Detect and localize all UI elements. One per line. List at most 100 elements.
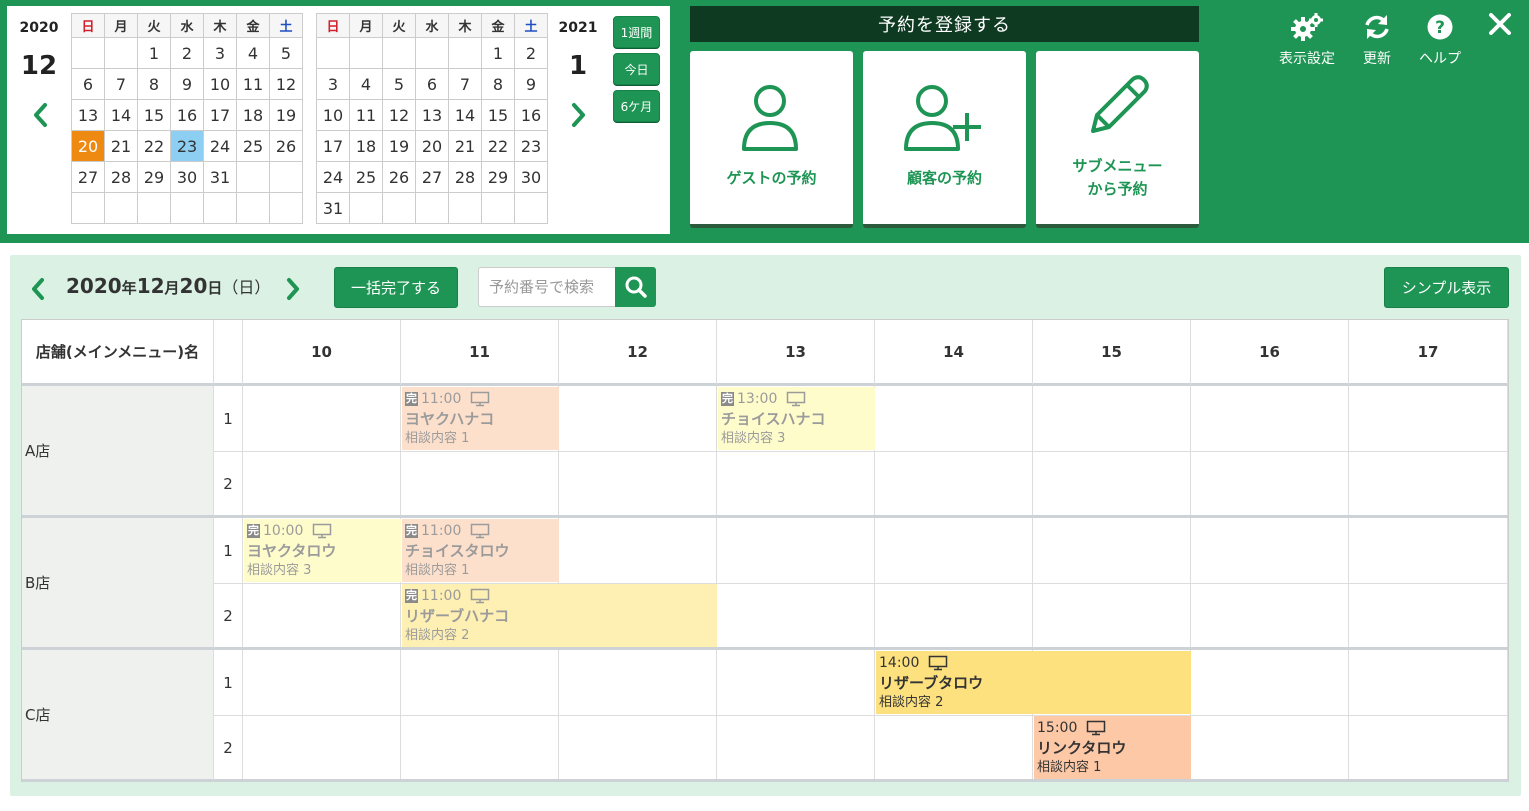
right-calendar-day[interactable]: 25 xyxy=(349,161,383,193)
right-calendar-day[interactable]: 15 xyxy=(481,99,515,131)
right-calendar-day[interactable]: 17 xyxy=(316,130,350,162)
display-settings-button[interactable]: 表示設定 xyxy=(1274,12,1340,68)
right-calendar-day[interactable]: 6 xyxy=(415,68,449,100)
prev-day-button[interactable] xyxy=(26,275,50,303)
help-button[interactable]: ? ヘルプ xyxy=(1413,12,1467,68)
right-calendar-day[interactable]: 24 xyxy=(316,161,350,193)
time-slot-cell[interactable] xyxy=(717,650,875,716)
time-slot-cell[interactable] xyxy=(559,716,717,780)
reservation-block[interactable]: 完 11:00 ヨヤクハナコ 相談内容 1 xyxy=(402,387,559,450)
range-today-button[interactable]: 今日 xyxy=(613,53,660,85)
left-calendar-day[interactable]: 9 xyxy=(170,68,204,100)
time-slot-cell[interactable] xyxy=(1349,716,1508,780)
guest-reservation-card[interactable]: ゲストの予約 xyxy=(690,51,853,228)
next-day-button[interactable] xyxy=(281,275,305,303)
time-slot-cell[interactable] xyxy=(243,650,401,716)
right-calendar-day[interactable]: 1 xyxy=(481,37,515,69)
left-calendar-day[interactable]: 17 xyxy=(203,99,237,131)
right-calendar-day[interactable]: 26 xyxy=(382,161,416,193)
prev-month-button[interactable] xyxy=(29,101,53,129)
time-slot-cell[interactable] xyxy=(875,452,1033,516)
right-calendar-day[interactable]: 28 xyxy=(448,161,482,193)
search-button[interactable] xyxy=(615,267,656,307)
refresh-button[interactable]: 更新 xyxy=(1356,12,1398,68)
left-calendar-day[interactable]: 7 xyxy=(104,68,138,100)
right-calendar-day[interactable]: 10 xyxy=(316,99,350,131)
time-slot-cell[interactable] xyxy=(559,452,717,516)
time-slot-cell[interactable] xyxy=(1033,584,1191,648)
time-slot-cell[interactable] xyxy=(559,650,717,716)
right-calendar-day[interactable]: 4 xyxy=(349,68,383,100)
right-calendar-day[interactable]: 11 xyxy=(349,99,383,131)
time-slot-cell[interactable] xyxy=(243,716,401,780)
right-calendar-day[interactable]: 22 xyxy=(481,130,515,162)
left-calendar-day[interactable]: 1 xyxy=(137,37,171,69)
time-slot-cell[interactable] xyxy=(243,584,401,648)
left-calendar-day[interactable]: 16 xyxy=(170,99,204,131)
range-6-months-button[interactable]: 6ケ月 xyxy=(613,90,660,122)
right-calendar-day[interactable]: 29 xyxy=(481,161,515,193)
time-slot-cell[interactable] xyxy=(1191,518,1349,584)
reservation-block[interactable]: 完 13:00 チョイスハナコ 相談内容 3 xyxy=(718,387,875,450)
reservation-number-search-input[interactable] xyxy=(478,267,616,307)
reservation-block[interactable]: 14:00 リザーブタロウ 相談内容 2 xyxy=(876,651,1191,714)
left-calendar-day[interactable]: 5 xyxy=(269,37,303,69)
simple-view-button[interactable]: シンプル表示 xyxy=(1384,267,1509,308)
time-slot-cell[interactable] xyxy=(401,452,559,516)
left-calendar-day[interactable]: 8 xyxy=(137,68,171,100)
right-calendar-day[interactable]: 21 xyxy=(448,130,482,162)
left-calendar-day[interactable]: 20 xyxy=(71,130,105,162)
time-slot-cell[interactable] xyxy=(243,386,401,452)
right-calendar-day[interactable]: 7 xyxy=(448,68,482,100)
time-slot-cell[interactable] xyxy=(717,452,875,516)
left-calendar-day[interactable]: 23 xyxy=(170,130,204,162)
left-calendar-day[interactable]: 11 xyxy=(236,68,270,100)
next-month-button[interactable] xyxy=(566,101,590,129)
left-calendar-day[interactable]: 2 xyxy=(170,37,204,69)
left-calendar-day[interactable]: 26 xyxy=(269,130,303,162)
time-slot-cell[interactable] xyxy=(875,716,1033,780)
submenu-reservation-card[interactable]: サブメニュー から予約 xyxy=(1036,51,1199,228)
left-calendar-day[interactable]: 18 xyxy=(236,99,270,131)
time-slot-cell[interactable] xyxy=(1349,584,1508,648)
left-calendar-day[interactable]: 22 xyxy=(137,130,171,162)
right-calendar-day[interactable]: 16 xyxy=(514,99,548,131)
left-calendar-day[interactable]: 3 xyxy=(203,37,237,69)
right-calendar-day[interactable]: 2 xyxy=(514,37,548,69)
left-calendar-day[interactable]: 6 xyxy=(71,68,105,100)
left-calendar-day[interactable]: 15 xyxy=(137,99,171,131)
time-slot-cell[interactable] xyxy=(1349,386,1508,452)
time-slot-cell[interactable] xyxy=(1033,518,1191,584)
left-calendar-day[interactable]: 4 xyxy=(236,37,270,69)
time-slot-cell[interactable] xyxy=(1191,452,1349,516)
right-calendar-day[interactable]: 20 xyxy=(415,130,449,162)
time-slot-cell[interactable] xyxy=(1349,452,1508,516)
right-calendar-day[interactable]: 5 xyxy=(382,68,416,100)
time-slot-cell[interactable] xyxy=(401,716,559,780)
right-calendar-day[interactable]: 31 xyxy=(316,192,350,224)
left-calendar-day[interactable]: 12 xyxy=(269,68,303,100)
left-calendar-day[interactable]: 28 xyxy=(104,161,138,193)
time-slot-cell[interactable] xyxy=(1191,716,1349,780)
time-slot-cell[interactable] xyxy=(1349,518,1508,584)
right-calendar-day[interactable]: 18 xyxy=(349,130,383,162)
range-1-week-button[interactable]: 1週間 xyxy=(613,16,660,48)
left-calendar-day[interactable]: 13 xyxy=(71,99,105,131)
reservation-block[interactable]: 完 11:00 チョイスタロウ 相談内容 1 xyxy=(402,519,559,582)
time-slot-cell[interactable] xyxy=(1033,452,1191,516)
right-calendar-day[interactable]: 27 xyxy=(415,161,449,193)
time-slot-cell[interactable] xyxy=(717,716,875,780)
right-calendar-day[interactable]: 12 xyxy=(382,99,416,131)
bulk-complete-button[interactable]: 一括完了する xyxy=(334,267,458,308)
left-calendar-day[interactable]: 27 xyxy=(71,161,105,193)
left-calendar-day[interactable]: 21 xyxy=(104,130,138,162)
left-calendar-day[interactable]: 24 xyxy=(203,130,237,162)
time-slot-cell[interactable] xyxy=(243,452,401,516)
right-calendar-day[interactable]: 30 xyxy=(514,161,548,193)
time-slot-cell[interactable] xyxy=(875,386,1033,452)
left-calendar-day[interactable]: 10 xyxy=(203,68,237,100)
time-slot-cell[interactable] xyxy=(559,386,717,452)
right-calendar-day[interactable]: 19 xyxy=(382,130,416,162)
right-calendar-day[interactable]: 3 xyxy=(316,68,350,100)
right-calendar-day[interactable]: 8 xyxy=(481,68,515,100)
